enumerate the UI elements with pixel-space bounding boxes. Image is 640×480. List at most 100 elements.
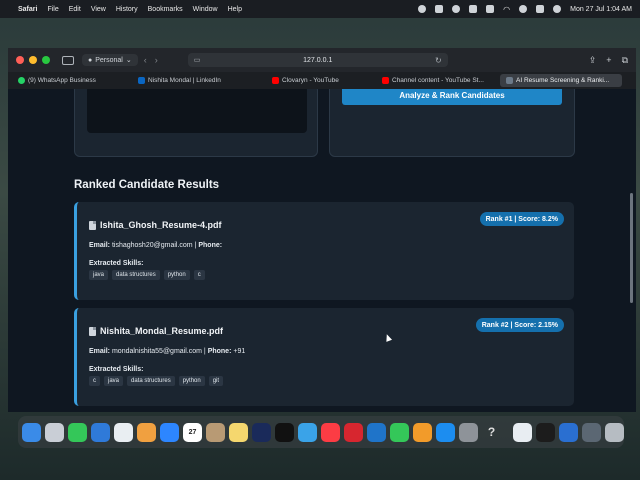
address-bar[interactable]: ▭ 127.0.0.1 ↻ (187, 53, 448, 67)
upload-textarea[interactable] (87, 89, 307, 133)
skill-tag: java (89, 270, 109, 280)
contact-separator: | (203, 348, 206, 355)
trash-icon[interactable] (605, 422, 624, 442)
notes-icon[interactable] (229, 422, 248, 442)
page-content: Analyze & Rank Candidates Ranked Candida… (8, 89, 628, 412)
menu-file[interactable]: File (47, 6, 58, 13)
safari-icon[interactable] (559, 422, 578, 442)
candidate-file: Ishita_Ghosh_Resume-4.pdf (89, 220, 222, 230)
macos-dock: 27 ? (18, 416, 624, 448)
news-icon[interactable] (344, 422, 363, 442)
proxyman-icon[interactable] (513, 422, 532, 442)
tab-label: Channel content - YouTube St... (392, 77, 484, 84)
menu-clock[interactable]: Mon 27 Jul 1:04 AM (570, 6, 632, 13)
keynote-icon[interactable] (298, 422, 317, 442)
page-settings-icon[interactable]: ▭ (194, 56, 201, 64)
sidebar-toggle-icon[interactable] (62, 55, 74, 65)
analyze-rank-button[interactable]: Analyze & Rank Candidates (342, 89, 562, 105)
preview-icon[interactable] (582, 422, 601, 442)
back-icon[interactable]: ‹ (144, 55, 147, 65)
tab-linkedin[interactable]: Nishita Mondal | LinkedIn (132, 74, 264, 87)
tab-resume-screening[interactable]: AI Resume Screening & Ranki... (500, 74, 622, 87)
skill-tag: c (193, 270, 205, 280)
tab-overview-icon[interactable]: ⧉ (622, 55, 628, 66)
menu-bookmarks[interactable]: Bookmarks (148, 6, 183, 13)
menu-view[interactable]: View (91, 6, 106, 13)
search-icon[interactable] (519, 5, 528, 13)
tab-youtube-studio[interactable]: Channel content - YouTube St... (376, 74, 498, 87)
candidate-file: Nishita_Mondal_Resume.pdf (89, 326, 223, 336)
person-icon: ● (88, 56, 93, 64)
tab-label: (9) WhatsApp Business (28, 77, 96, 84)
profile-button[interactable]: ● Personal ⌄ (82, 54, 138, 66)
youtube-icon (272, 77, 279, 84)
candidate-file-name: Nishita_Mondal_Resume.pdf (100, 326, 224, 336)
launchpad-icon[interactable] (45, 422, 64, 442)
chevron-down-icon: ⌄ (125, 57, 132, 64)
photos-icon[interactable] (137, 422, 156, 442)
control-center-icon[interactable] (536, 5, 545, 13)
page-scrollbar[interactable] (628, 89, 636, 412)
mail-icon[interactable] (91, 422, 110, 442)
contacts-icon[interactable] (206, 422, 225, 442)
youtube-studio-icon (382, 77, 389, 84)
linkedin-icon (138, 77, 145, 84)
candidate-file-name: Ishita_Ghosh_Resume-4.pdf (100, 220, 222, 230)
messages-icon[interactable] (68, 422, 87, 442)
scroll-thumb[interactable] (630, 193, 633, 303)
phone-label: Phone: (198, 242, 223, 249)
share-icon[interactable]: ⇪ (589, 55, 597, 66)
tab-whatsapp[interactable]: (9) WhatsApp Business (12, 74, 130, 87)
skill-tag: python (163, 270, 190, 280)
site-icon (506, 77, 513, 84)
menu-app-name[interactable]: Safari (18, 6, 37, 13)
facetime-icon[interactable] (160, 422, 179, 442)
freeform-icon[interactable] (252, 422, 271, 442)
candidate-email: mondalnishita55@gmail.com (111, 348, 202, 355)
skill-tag: data structures (127, 376, 175, 386)
action-panel: Analyze & Rank Candidates (329, 89, 575, 157)
close-window-button[interactable] (16, 56, 24, 64)
whatsapp-icon (18, 77, 25, 84)
tab-label: AI Resume Screening & Ranki... (516, 77, 610, 84)
reload-icon[interactable]: ↻ (435, 56, 442, 65)
finder-icon[interactable] (22, 422, 41, 442)
display-icon[interactable] (469, 5, 478, 13)
menu-help[interactable]: Help (228, 6, 242, 13)
zoom-window-button[interactable] (42, 56, 50, 64)
screen-share-icon[interactable] (435, 5, 444, 13)
menu-edit[interactable]: Edit (69, 6, 81, 13)
rank-badge: Rank #2 | Score: 2.15% (475, 318, 564, 332)
focus-icon[interactable] (452, 5, 461, 13)
music-icon[interactable] (321, 422, 340, 442)
system-settings-icon[interactable] (459, 422, 478, 442)
status-icon[interactable] (418, 5, 427, 13)
numbers-icon[interactable] (390, 422, 409, 442)
toolbar-right: ⇪ + ⧉ (589, 55, 628, 66)
tv-icon[interactable] (275, 422, 294, 442)
candidate-contact: Email: tishaghosh20@gmail.com | Phone: (89, 242, 222, 249)
candidate-email: tishaghosh20@gmail.com (111, 242, 193, 249)
tab-label: Clovaryn - YouTube (282, 77, 339, 84)
candidate-card: Nishita_Mondal_Resume.pdf Rank #2 | Scor… (74, 308, 574, 406)
help-icon[interactable]: ? (482, 423, 501, 442)
chrome-icon[interactable] (114, 422, 133, 442)
calendar-icon[interactable]: 27 (183, 422, 202, 442)
battery-icon[interactable] (486, 5, 495, 13)
new-tab-icon[interactable]: + (606, 55, 611, 66)
document-icon (89, 220, 96, 230)
vscode-icon[interactable] (367, 422, 386, 442)
minimize-window-button[interactable] (29, 56, 37, 64)
tab-youtube[interactable]: Clovaryn - YouTube (266, 74, 374, 87)
pages-icon[interactable] (413, 422, 432, 442)
skills-list: c java data structures python git (89, 376, 224, 386)
wifi-icon[interactable]: ◠ (503, 5, 510, 14)
candidate-phone: +91 (233, 348, 246, 355)
terminal-icon[interactable] (536, 422, 555, 442)
skill-tag: c (89, 376, 100, 386)
app-store-icon[interactable] (436, 422, 455, 442)
menu-window[interactable]: Window (193, 6, 218, 13)
siri-icon[interactable] (553, 5, 562, 13)
menu-history[interactable]: History (116, 6, 138, 13)
forward-icon[interactable]: › (155, 55, 158, 65)
